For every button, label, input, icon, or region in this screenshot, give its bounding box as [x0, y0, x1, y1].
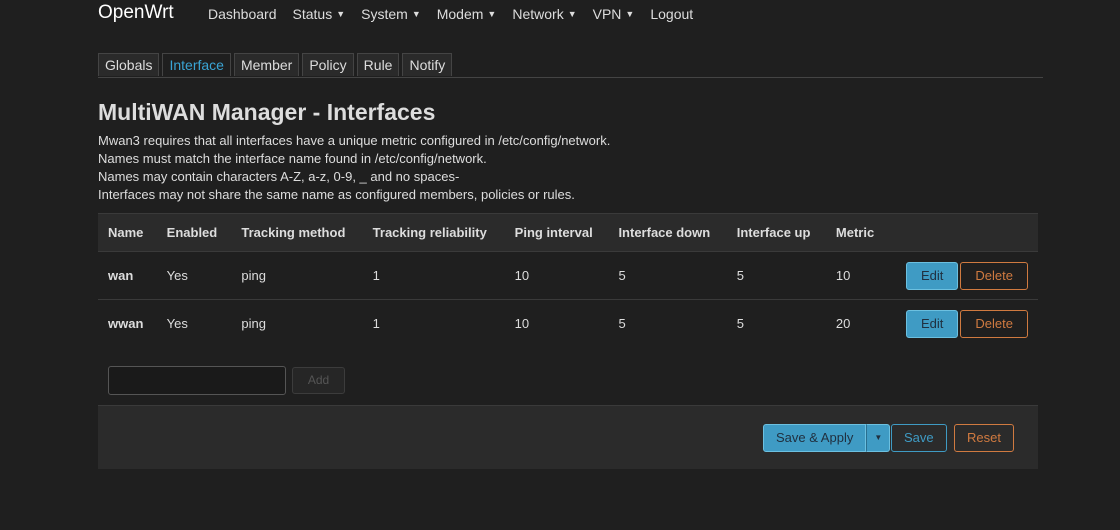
delete-button[interactable]: Delete	[960, 309, 1028, 338]
page-description: Mwan3 requires that all interfaces have …	[98, 132, 610, 204]
table-cell: Yes	[166, 268, 188, 283]
table-cell: Yes	[166, 316, 188, 332]
reset-button[interactable]: Reset	[954, 424, 1014, 452]
column-header: Metric	[825, 213, 888, 252]
caret-down-icon: ▼	[336, 9, 346, 19]
add-button[interactable]: Add	[292, 367, 345, 394]
nav-item-status[interactable]: Status ▼	[285, 6, 354, 22]
table-cell: 1	[372, 316, 380, 332]
column-header: Enabled	[156, 213, 232, 252]
table-cell: 1	[372, 268, 380, 283]
caret-down-icon: ▼	[487, 9, 497, 19]
row-actions: Edit Delete	[888, 252, 1038, 300]
top-navbar: OpenWrt Dashboard Status ▼ System ▼ Modem ▼ Net…	[0, 0, 1120, 30]
table-cell: 10	[514, 316, 530, 332]
column-header-actions	[887, 213, 1038, 252]
save-apply-dropdown-toggle[interactable]: ▼	[866, 424, 891, 452]
table-cell: 5	[736, 268, 744, 283]
table-header-row: Name Enabled Tracking method Tracking relia…	[98, 213, 1038, 252]
tab-member[interactable]: Member	[233, 53, 300, 76]
main-nav: Dashboard Status ▼ System ▼ Modem ▼ Network ▼ VPN…	[200, 6, 701, 22]
nav-item-label: VPN	[592, 6, 622, 22]
nav-item-label: Dashboard	[208, 6, 277, 22]
edit-button[interactable]: Edit	[906, 261, 959, 290]
row-actions: Edit Delete	[888, 300, 1038, 348]
caret-down-icon: ▼	[567, 9, 577, 19]
tab-policy[interactable]: Policy	[302, 53, 354, 76]
column-header: Tracking method	[231, 213, 363, 252]
description-line: Names must match the interface name foun…	[98, 151, 487, 166]
edit-button[interactable]: Edit	[906, 309, 959, 338]
table-row: wwan Yes ping 1 10 5 5 20 Edit Delete	[98, 299, 1038, 348]
nav-item-network[interactable]: Network ▼	[504, 6, 584, 22]
nav-item-label: Status	[292, 6, 333, 22]
tab-globals[interactable]: Globals	[98, 53, 160, 76]
nav-item-logout[interactable]: Logout	[642, 6, 701, 22]
column-header: Name	[98, 213, 157, 252]
save-button[interactable]: Save	[891, 424, 947, 452]
table-cell: ping	[241, 316, 266, 332]
nav-item-label: Network	[512, 6, 564, 22]
nav-item-dashboard[interactable]: Dashboard	[200, 6, 285, 22]
description-line: Interfaces may not share the same name a…	[98, 187, 575, 202]
delete-button[interactable]: Delete	[960, 261, 1028, 290]
nav-item-system[interactable]: System ▼	[353, 6, 429, 22]
interfaces-table-container: Name Enabled Tracking method Tracking relia…	[98, 213, 1038, 348]
table-cell: 20	[835, 316, 851, 332]
nav-item-label: Modem	[436, 6, 484, 22]
nav-item-label: System	[361, 6, 408, 22]
table-cell: wan	[108, 268, 134, 283]
nav-item-vpn[interactable]: VPN ▼	[585, 6, 643, 22]
caret-down-icon: ▼	[625, 9, 635, 19]
table-cell: 5	[618, 316, 626, 332]
tab-notify[interactable]: Notify	[402, 53, 453, 76]
description-line: Names may contain characters A-Z, a-z, 0…	[98, 169, 460, 184]
nav-item-label: Logout	[650, 6, 694, 22]
table-row: wan Yes ping 1 10 5 5 10 Edit Delete	[98, 251, 1038, 300]
nav-item-modem[interactable]: Modem ▼	[429, 6, 505, 22]
table-cell: 10	[835, 268, 851, 283]
table-body: wan Yes ping 1 10 5 5 10 Edit Delete wwan Yes ping 1 1…	[98, 251, 1038, 348]
column-header: Interface up	[726, 213, 826, 252]
chevron-down-icon: ▼	[874, 433, 883, 442]
tab-bar: Globals Interface Member Policy Rule Notify	[98, 53, 1043, 78]
table-cell: wwan	[108, 316, 144, 332]
caret-down-icon: ▼	[411, 9, 421, 19]
column-header: Interface down	[608, 213, 727, 252]
page-title: MultiWAN Manager - Interfaces	[98, 99, 436, 125]
brand-logo[interactable]: OpenWrt	[98, 2, 174, 24]
column-header: Tracking reliability	[362, 213, 505, 252]
description-line: Mwan3 requires that all interfaces have …	[98, 133, 611, 148]
tab-interface[interactable]: Interface	[162, 53, 231, 76]
save-apply-button[interactable]: Save & Apply	[763, 424, 867, 452]
save-apply-group: Save & Apply ▼	[763, 424, 891, 452]
table-cell: 5	[736, 316, 744, 332]
action-bar: Save & Apply ▼ Save Reset	[98, 405, 1038, 469]
table-cell: ping	[241, 268, 266, 283]
table-cell: 5	[618, 268, 626, 283]
column-header: Ping interval	[504, 213, 609, 252]
tab-rule[interactable]: Rule	[356, 53, 400, 76]
new-interface-name-input[interactable]	[108, 366, 286, 395]
table-cell: 10	[514, 268, 530, 283]
interfaces-table: Name Enabled Tracking method Tracking relia…	[98, 213, 1038, 348]
